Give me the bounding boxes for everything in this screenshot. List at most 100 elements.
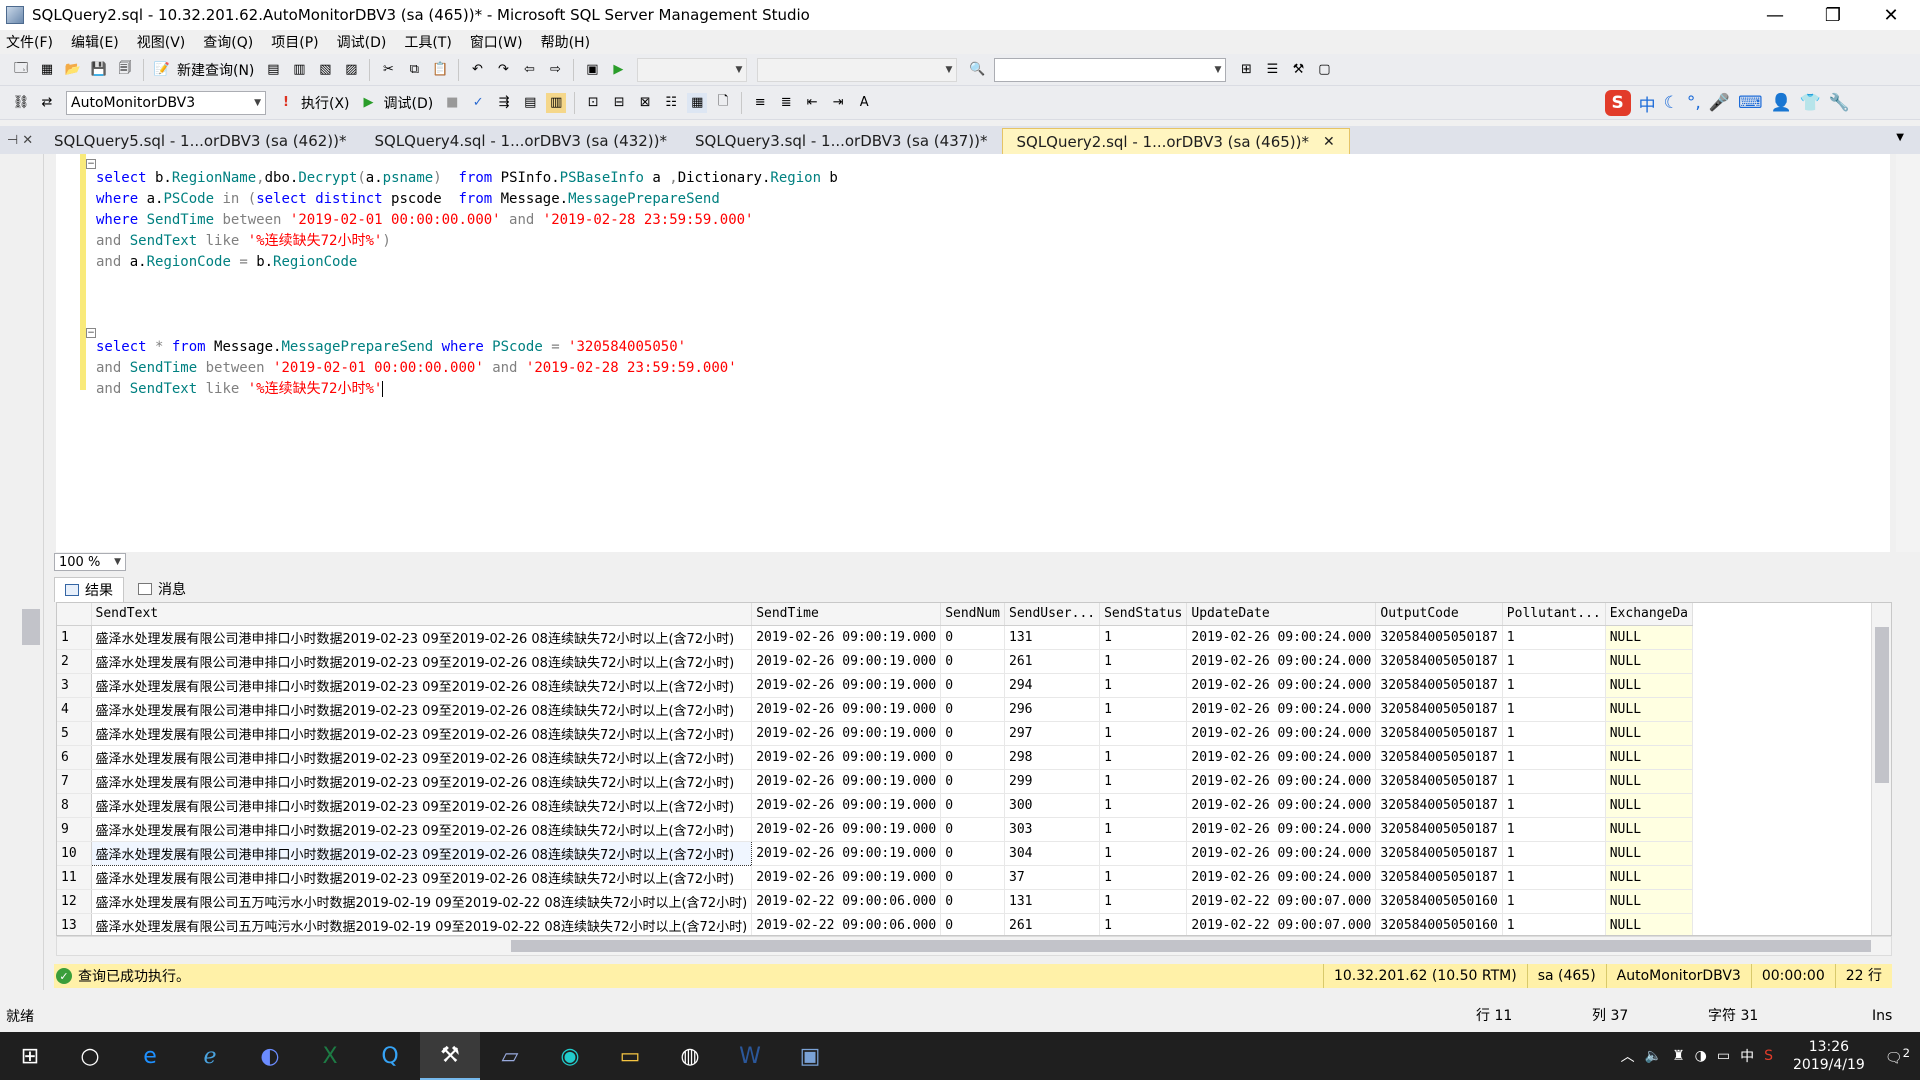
table-cell[interactable]: 296 (1004, 697, 1101, 722)
browser-icon[interactable]: ◐ (240, 1032, 300, 1080)
table-cell[interactable]: 盛泽水处理发展有限公司港申排口小时数据2019-02-23 09至2019-02… (91, 865, 753, 890)
table-cell[interactable]: 2019-02-26 09:00:19.000 (751, 649, 942, 674)
table-cell[interactable]: 8 (57, 793, 92, 818)
close-tab-icon[interactable]: ✕ (1323, 134, 1335, 150)
tab-sqlquery2[interactable]: SQLQuery2.sql - 1...orDBV3 (sa (465))* ✕ (1001, 128, 1350, 154)
table-cell[interactable]: 320584005050187 (1375, 649, 1503, 674)
menu-tools[interactable]: 工具(T) (404, 32, 451, 52)
table-cell[interactable]: 320584005050187 (1375, 817, 1503, 842)
table-cell[interactable]: 320584005050187 (1375, 793, 1503, 818)
column-header[interactable]: Pollutant... (1502, 603, 1606, 626)
debug-icon[interactable]: ▶ (359, 93, 379, 113)
open-file-icon[interactable]: 📂 (63, 60, 83, 80)
table-cell[interactable]: 261 (1004, 649, 1101, 674)
table-cell[interactable]: 盛泽水处理发展有限公司五万吨污水小时数据2019-02-19 09至2019-0… (91, 913, 753, 935)
paste-icon[interactable]: 📋 (430, 60, 450, 80)
table-cell[interactable]: 2019-02-26 09:00:19.000 (751, 817, 942, 842)
excel-icon[interactable]: X (300, 1032, 360, 1080)
table-cell[interactable]: 0 (940, 697, 1005, 722)
sogou-tray-icon[interactable]: S (1764, 1048, 1773, 1064)
find-in-files-icon[interactable]: 🔍 (967, 60, 987, 80)
table-cell[interactable]: NULL (1605, 889, 1694, 914)
include-plan-icon[interactable]: ⊟ (609, 93, 629, 113)
table-cell[interactable]: NULL (1605, 649, 1694, 674)
volume-icon[interactable]: 🔈 (1645, 1048, 1662, 1064)
table-cell[interactable]: 2019-02-26 09:00:19.000 (751, 721, 942, 746)
restore-button[interactable]: ❐ (1804, 0, 1862, 30)
specify-template-values-icon[interactable]: A (854, 93, 874, 113)
database-select[interactable]: AutoMonitorDBV3 ▼ (66, 90, 266, 115)
globe-icon[interactable]: ◍ (660, 1032, 720, 1080)
results-to-text-icon[interactable]: ☷ (661, 93, 681, 113)
table-cell[interactable]: 2019-02-26 09:00:24.000 (1186, 841, 1377, 866)
solution-explorer-icon[interactable]: ⊞ (1236, 60, 1256, 80)
minimize-button[interactable]: — (1746, 0, 1804, 30)
table-cell[interactable]: 1 (1099, 817, 1188, 842)
menu-edit[interactable]: 编辑(E) (71, 32, 119, 52)
table-cell[interactable]: 320584005050187 (1375, 697, 1503, 722)
table-cell[interactable]: 320584005050187 (1375, 673, 1503, 698)
column-header[interactable]: OutputCode (1375, 603, 1503, 626)
table-cell[interactable]: 1 (1099, 625, 1188, 650)
query-options-icon[interactable]: ▥ (546, 92, 567, 113)
table-cell[interactable]: 1 (1099, 721, 1188, 746)
table-cell[interactable]: 2019-02-26 09:00:19.000 (751, 673, 942, 698)
results-to-grid-icon[interactable]: ▦ (687, 92, 708, 113)
table-cell[interactable]: 2019-02-26 09:00:24.000 (1186, 697, 1377, 722)
execute-button[interactable]: 执行(X) (301, 93, 350, 113)
table-cell[interactable]: NULL (1605, 697, 1694, 722)
fold-toggle-icon[interactable]: − (86, 328, 96, 338)
chevron-up-icon[interactable]: ︿ (1621, 1046, 1635, 1066)
table-row[interactable]: 5 盛泽水处理发展有限公司港申排口小时数据2019-02-23 09至2019-0… (57, 721, 1694, 746)
platform-select[interactable]: ▼ (757, 57, 958, 82)
increase-indent-icon[interactable]: ⇥ (828, 93, 848, 113)
table-cell[interactable]: 2019-02-26 09:00:24.000 (1186, 793, 1377, 818)
table-cell[interactable]: NULL (1605, 865, 1694, 890)
table-cell[interactable]: 320584005050187 (1375, 841, 1503, 866)
table-cell[interactable]: 3 (57, 673, 92, 698)
table-cell[interactable]: 0 (940, 841, 1005, 866)
microphone-icon[interactable]: 🎤 (1709, 93, 1730, 113)
column-header[interactable]: ExchangeDa (1605, 603, 1694, 626)
table-cell[interactable]: NULL (1605, 745, 1694, 770)
client-stats-icon[interactable]: ⊠ (635, 93, 655, 113)
table-cell[interactable]: 0 (940, 793, 1005, 818)
table-cell[interactable]: 2019-02-22 09:00:07.000 (1186, 889, 1377, 914)
uncomment-icon[interactable]: ≣ (776, 93, 796, 113)
table-cell[interactable]: 1 (1099, 865, 1188, 890)
mdx-query-icon[interactable]: ▧ (315, 60, 335, 80)
execute-icon[interactable]: ! (276, 93, 296, 113)
new-query-icon[interactable]: 📝 (152, 60, 172, 80)
table-row[interactable]: 12 盛泽水处理发展有限公司五万吨污水小时数据2019-02-19 09至2019… (57, 889, 1694, 914)
network-icon[interactable]: ▭ (1717, 1048, 1730, 1064)
table-cell[interactable]: 2019-02-26 09:00:24.000 (1186, 625, 1377, 650)
table-row[interactable]: 1 盛泽水处理发展有限公司港申排口小时数据2019-02-23 09至2019-0… (57, 625, 1694, 650)
user-icon[interactable]: 👤 (1770, 93, 1791, 113)
new-query-button[interactable]: 新建查询(N) (177, 60, 254, 80)
word-icon[interactable]: W (720, 1032, 780, 1080)
save-all-icon[interactable]: 🗐 (115, 60, 135, 80)
table-cell[interactable]: 1 (1099, 913, 1188, 935)
table-cell[interactable]: 6 (57, 745, 92, 770)
menu-debug[interactable]: 调试(D) (337, 32, 387, 52)
table-cell[interactable]: 0 (940, 649, 1005, 674)
search-icon[interactable]: ○ (60, 1032, 120, 1080)
table-cell[interactable]: 1 (1502, 649, 1606, 674)
cut-icon[interactable]: ✂ (378, 60, 398, 80)
toolbox-icon[interactable]: ⚒ (1288, 60, 1308, 80)
menu-file[interactable]: 文件(F) (6, 32, 53, 52)
skin-icon[interactable]: 👕 (1800, 93, 1821, 113)
menu-project[interactable]: 项目(P) (271, 32, 318, 52)
keyboard-icon[interactable]: ⌨ (1738, 93, 1763, 113)
table-cell[interactable]: 盛泽水处理发展有限公司港申排口小时数据2019-02-23 09至2019-02… (91, 721, 753, 746)
activity-monitor-icon[interactable]: ▣ (582, 60, 602, 80)
ie-icon[interactable]: ℯ (180, 1032, 240, 1080)
tab-results[interactable]: 结果 (54, 576, 124, 602)
table-cell[interactable]: 0 (940, 889, 1005, 914)
decrease-indent-icon[interactable]: ⇤ (802, 93, 822, 113)
table-cell[interactable]: 10 (57, 841, 92, 866)
results-to-file-icon[interactable]: 🗋 (713, 93, 733, 113)
table-cell[interactable]: 1 (1502, 745, 1606, 770)
table-cell[interactable]: 1 (1502, 841, 1606, 866)
table-cell[interactable]: 1 (57, 625, 92, 650)
